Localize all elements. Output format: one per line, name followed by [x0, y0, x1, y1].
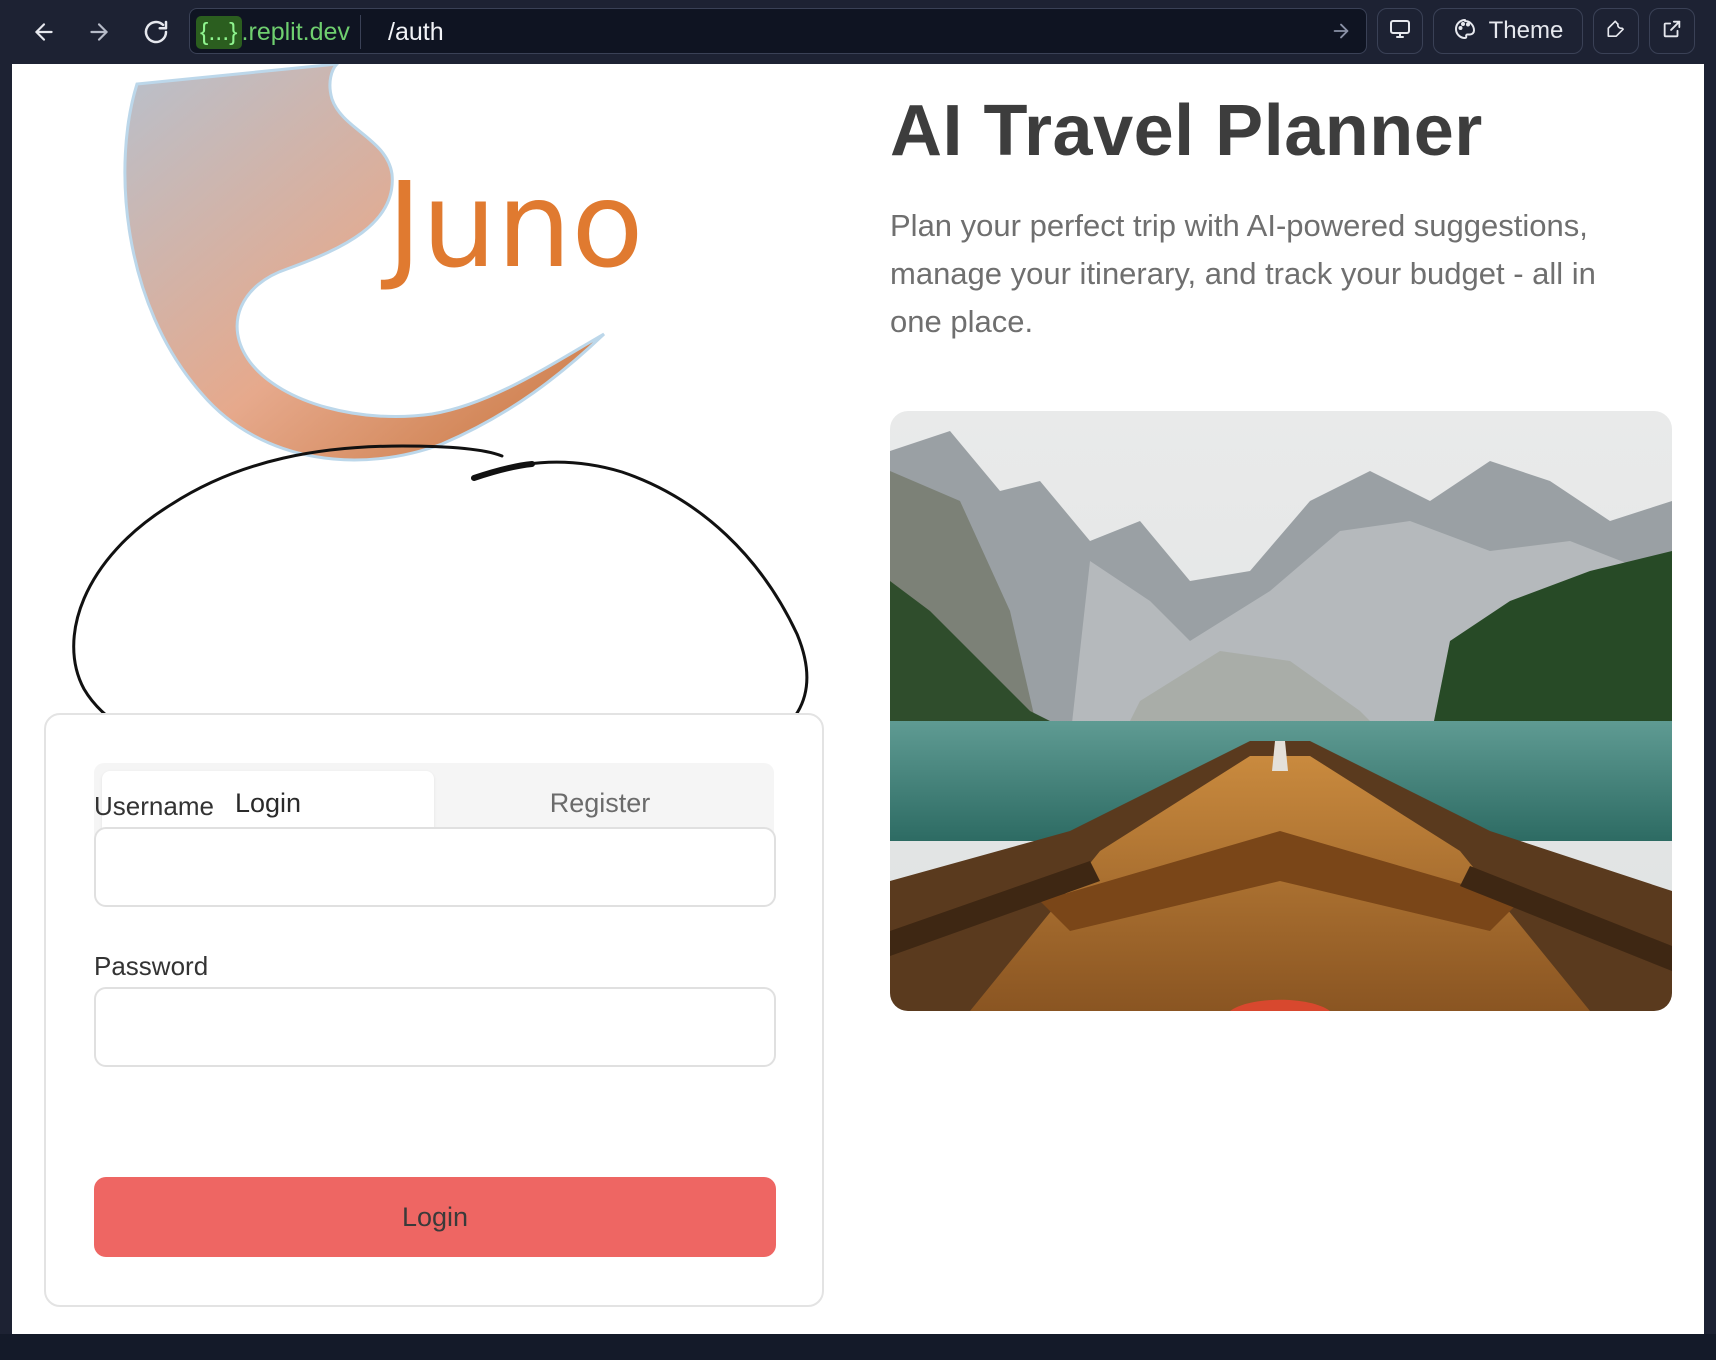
password-label: Password — [94, 951, 209, 981]
url-domain-badge: {...} — [196, 15, 242, 49]
monitor-icon — [1388, 17, 1412, 46]
logo-text: Juno — [380, 156, 644, 294]
tab-register[interactable]: Register — [434, 771, 766, 835]
username-label: Username — [94, 791, 214, 821]
arrow-right-icon[interactable] — [1330, 20, 1354, 44]
page-description: Plan your perfect trip with AI-powered s… — [890, 208, 1596, 339]
hero-image — [890, 411, 1672, 1011]
reload-icon — [141, 17, 171, 47]
browser-toolbar: {...} .replit.dev /auth Theme — [0, 0, 1716, 64]
login-submit-button[interactable]: Login — [94, 1177, 776, 1257]
wrench-icon — [1605, 18, 1627, 45]
theme-label: Theme — [1488, 17, 1564, 44]
url-domain-text: .replit.dev — [241, 17, 350, 46]
password-input[interactable] — [94, 987, 776, 1067]
username-input[interactable] — [94, 827, 776, 907]
forward-button[interactable] — [79, 12, 119, 52]
page-title: AI Travel Planner — [890, 91, 1483, 171]
juno-logo: Juno — [112, 64, 732, 484]
external-link-icon — [1661, 18, 1683, 45]
device-preview-button[interactable] — [1377, 8, 1423, 54]
open-external-button[interactable] — [1649, 8, 1695, 54]
reload-button[interactable] — [136, 12, 176, 52]
palette-icon — [1453, 17, 1477, 46]
url-domain: {...} .replit.dev — [196, 15, 361, 49]
arrow-left-icon — [31, 19, 57, 45]
browser-window: {...} .replit.dev /auth Theme Juno Login… — [0, 0, 1716, 1360]
theme-button[interactable]: Theme — [1433, 8, 1583, 54]
page-viewport: Juno Login Register Username Password Lo… — [12, 64, 1704, 1334]
bottom-strip — [0, 1334, 1716, 1360]
url-path[interactable]: /auth — [388, 15, 444, 49]
devtools-button[interactable] — [1593, 8, 1639, 54]
address-bar[interactable]: {...} .replit.dev /auth — [189, 8, 1367, 54]
back-button[interactable] — [24, 12, 64, 52]
arrow-right-icon — [86, 19, 112, 45]
